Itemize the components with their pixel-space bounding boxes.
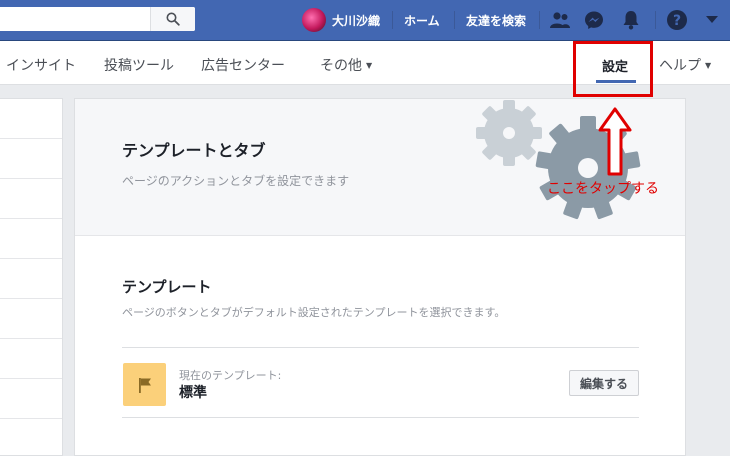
divider [122, 347, 639, 348]
section-title: テンプレート [122, 278, 212, 296]
sidebar-item[interactable] [0, 379, 62, 419]
tab-more[interactable]: その他 ▼ [320, 55, 372, 75]
page-title: テンプレートとタブ [122, 141, 266, 160]
find-friends-link[interactable]: 友達を検索 [466, 12, 526, 29]
divider [122, 417, 639, 418]
sidebar-item[interactable] [0, 299, 62, 339]
tab-label: その他 [320, 58, 362, 74]
friends-icon[interactable] [548, 8, 572, 32]
profile-name-link[interactable]: 大川沙織 [332, 12, 380, 29]
gears-illustration [476, 100, 641, 220]
messenger-icon[interactable] [582, 8, 606, 32]
tab-publishing-tools[interactable]: 投稿ツール [104, 55, 174, 75]
chevron-down-icon: ▼ [366, 61, 373, 70]
sidebar-item[interactable] [0, 219, 62, 259]
section-description: ページのボタンとタブがデフォルト設定されたテンプレートを選択できます。 [122, 306, 506, 319]
divider [392, 11, 393, 29]
search-icon [166, 12, 180, 26]
divider [539, 11, 540, 29]
current-template-value: 標準 [179, 385, 207, 401]
divider [655, 11, 656, 29]
annotation-up-arrow-icon [598, 107, 632, 176]
search-button[interactable] [150, 7, 195, 31]
tab-label: 広告センター [201, 58, 285, 74]
settings-sidebar [0, 98, 63, 456]
sidebar-item[interactable] [0, 139, 62, 179]
template-icon [123, 363, 166, 406]
tab-insights[interactable]: インサイト [6, 55, 76, 75]
help-icon[interactable]: ? [665, 8, 689, 32]
sidebar-item[interactable] [0, 179, 62, 219]
tab-label: ヘルプ [659, 58, 701, 74]
divider [454, 11, 455, 29]
sidebar-item[interactable] [0, 339, 62, 379]
tab-help[interactable]: ヘルプ ▼ [659, 55, 711, 75]
page-subtitle: ページのアクションとタブを設定できます [122, 174, 350, 188]
sidebar-item[interactable] [0, 99, 62, 139]
chevron-down-icon: ▼ [705, 61, 712, 70]
current-template-label: 現在のテンプレート: [179, 369, 282, 382]
tab-label: 投稿ツール [104, 58, 174, 74]
svg-text:?: ? [673, 13, 681, 29]
edit-template-button[interactable]: 編集する [569, 370, 639, 396]
top-bar: 大川沙織 ホーム 友達を検索 ? [0, 0, 730, 41]
caret-down-icon[interactable] [700, 8, 724, 32]
avatar[interactable] [302, 8, 326, 32]
flag-icon [138, 377, 151, 393]
annotation-text: ここをタップする [547, 181, 659, 197]
annotation-highlight-box [573, 41, 653, 97]
tab-ad-center[interactable]: 広告センター [201, 55, 285, 75]
tab-label: インサイト [6, 58, 76, 74]
home-link[interactable]: ホーム [404, 12, 440, 29]
bell-icon[interactable] [619, 8, 643, 32]
sidebar-item[interactable] [0, 259, 62, 299]
small-gear-icon [476, 100, 542, 166]
